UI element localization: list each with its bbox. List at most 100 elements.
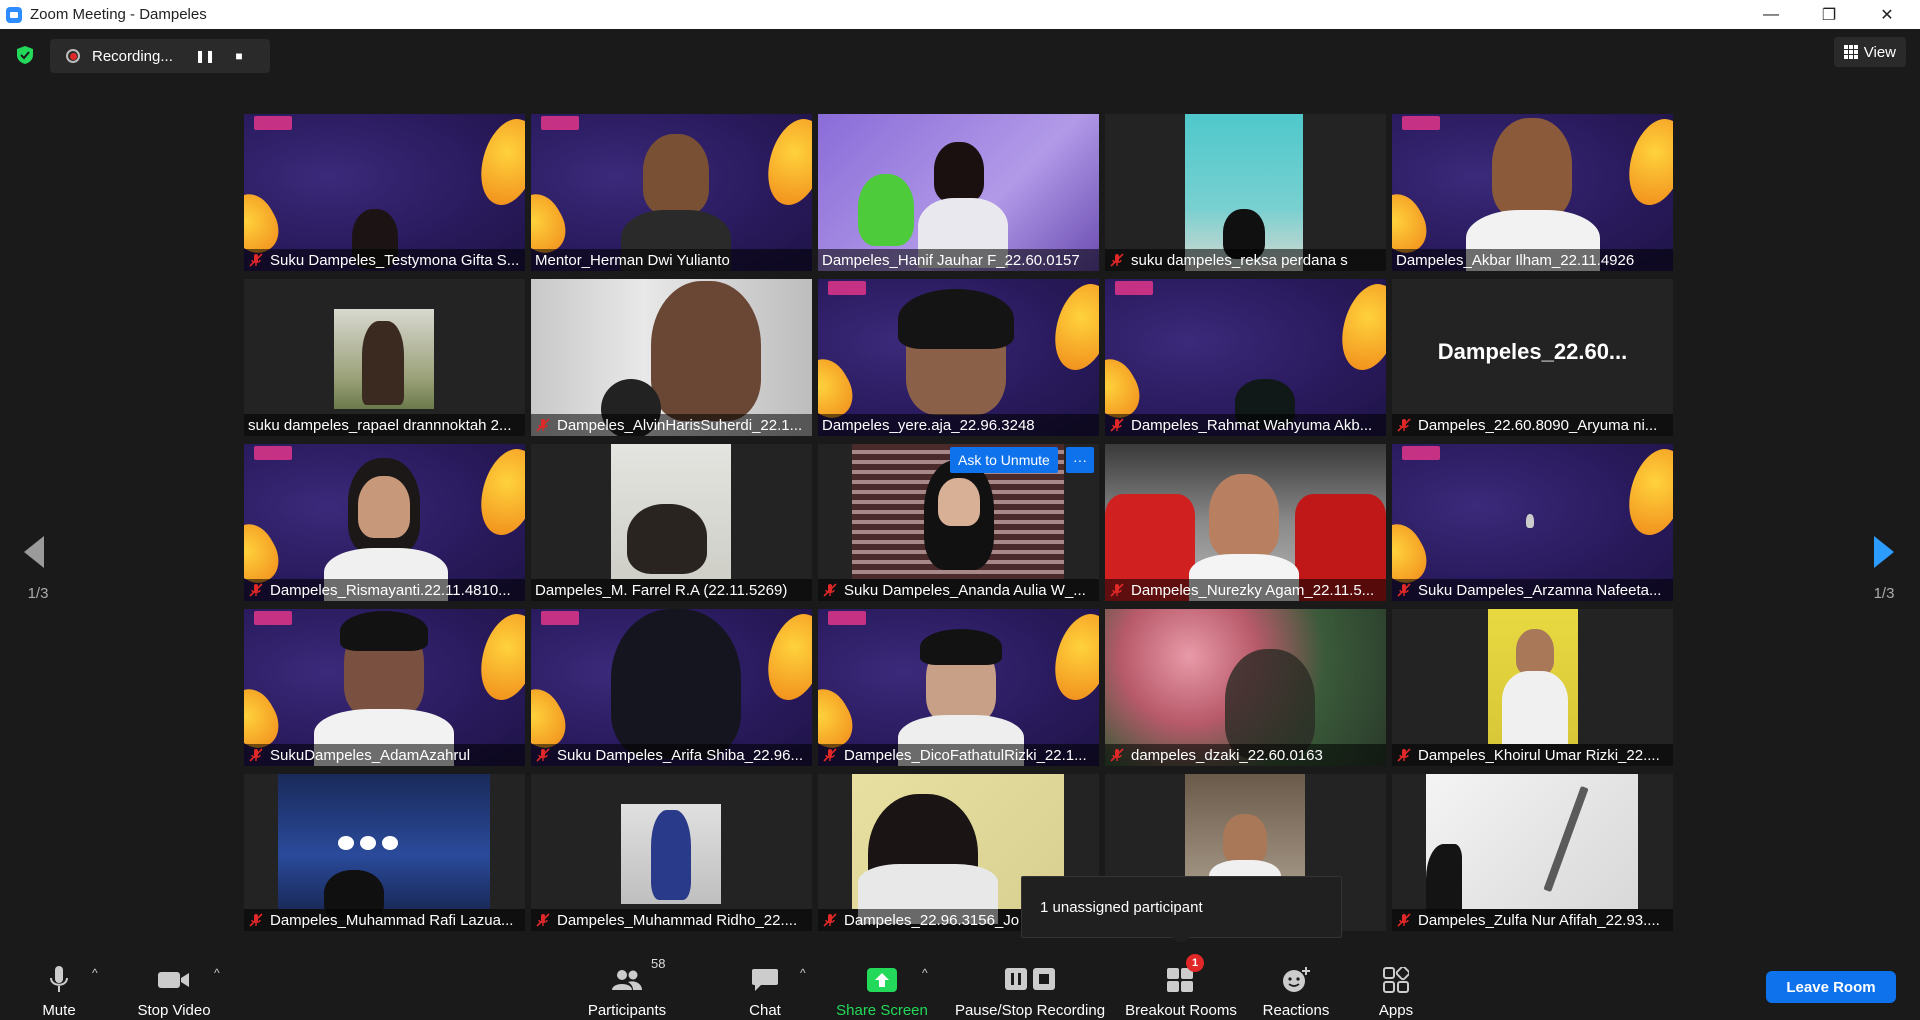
- video-tile[interactable]: Suku Dampeles_Testymona Gifta S...: [244, 114, 525, 271]
- participant-video: [358, 476, 410, 538]
- ceiling-light: [360, 836, 376, 850]
- share-options-caret-icon[interactable]: ^: [922, 966, 928, 980]
- participant-name-label: Dampeles_Rahmat Wahyuma Akb...: [1105, 414, 1386, 436]
- participant-name-label: Dampeles_Muhammad Ridho_22....: [531, 909, 812, 931]
- participant-name-label: dampeles_dzaki_22.60.0163: [1105, 744, 1386, 766]
- more-dots-icon: ···: [1073, 452, 1087, 468]
- muted-mic-icon: [1110, 583, 1124, 597]
- prev-page-arrow-icon[interactable]: [22, 534, 46, 570]
- share-screen-label: Share Screen: [836, 1002, 928, 1019]
- participant-name-label: Dampeles_Zulfa Nur Afifah_22.93....: [1392, 909, 1673, 931]
- chat-label: Chat: [749, 1002, 781, 1019]
- video-tile[interactable]: SukuDampeles_AdamAzahrul: [244, 609, 525, 766]
- participant-video: [1492, 118, 1572, 218]
- pause-icon: ❚❚: [194, 49, 216, 63]
- participant-name-label: Dampeles_M. Farrel R.A (22.11.5269): [531, 579, 812, 601]
- minimize-button[interactable]: —: [1742, 0, 1800, 29]
- window-titlebar: Zoom Meeting - Dampeles — ❐ ✕: [0, 0, 1920, 29]
- participant-name-label: Dampeles_Khoirul Umar Rizki_22....: [1392, 744, 1673, 766]
- video-tile[interactable]: Dampeles_Zulfa Nur Afifah_22.93....: [1392, 774, 1673, 931]
- muted-mic-icon: [536, 418, 550, 432]
- chat-button[interactable]: Chat: [740, 942, 790, 1020]
- audio-options-caret-icon[interactable]: ^: [92, 966, 98, 980]
- plush-toy: [858, 174, 914, 246]
- video-tile[interactable]: Dampeles_Hanif Jauhar F_22.60.0157: [818, 114, 1099, 271]
- participant-name-label: Suku Dampeles_Arifa Shiba_22.96...: [531, 744, 812, 766]
- video-tile[interactable]: Dampeles_Rismayanti.22.11.4810...: [244, 444, 525, 601]
- breakout-rooms-badge: 1: [1186, 954, 1204, 972]
- zoom-app-icon: [6, 6, 22, 23]
- reactions-smiley-icon: [1283, 967, 1310, 992]
- video-tile[interactable]: Dampeles_Nurezky Agam_22.11.5...: [1105, 444, 1386, 601]
- participant-name-label: Dampeles_Akbar Ilham_22.11.4926: [1392, 249, 1673, 271]
- video-tile[interactable]: Dampeles_yere.aja_22.96.3248: [818, 279, 1099, 436]
- participant-hair: [340, 611, 428, 651]
- participant-hair: [898, 289, 1014, 349]
- video-tile[interactable]: Dampeles_Rahmat Wahyuma Akb...: [1105, 279, 1386, 436]
- reactions-button[interactable]: Reactions: [1256, 942, 1336, 1020]
- close-icon: ✕: [1880, 6, 1894, 24]
- participant-name-label: Suku Dampeles_Ananda Aulia W_...: [818, 579, 1099, 601]
- participant-display-name: Dampeles_22.60...: [1437, 339, 1628, 364]
- view-label: View: [1863, 43, 1896, 61]
- participants-button[interactable]: 58 Participants: [582, 942, 672, 1020]
- muted-mic-icon: [536, 913, 550, 927]
- muted-mic-icon: [1110, 418, 1124, 432]
- security-shield-icon[interactable]: [16, 45, 34, 65]
- profile-figure: [651, 810, 691, 900]
- video-tile-no-video[interactable]: Dampeles_22.60... Dampeles_22.60.8090_Ar…: [1392, 279, 1673, 436]
- chat-options-caret-icon[interactable]: ^: [800, 966, 806, 980]
- participants-icon: [612, 970, 642, 990]
- video-tile[interactable]: Suku Dampeles_Arzamna Nafeeta...: [1392, 444, 1673, 601]
- video-tile[interactable]: Dampeles_Muhammad Ridho_22....: [531, 774, 812, 931]
- video-tile[interactable]: Dampeles_Muhammad Rafi Lazua...: [244, 774, 525, 931]
- video-tile[interactable]: Dampeles_AlvinHarisSuherdi_22.1...: [531, 279, 812, 436]
- muted-mic-icon: [1397, 418, 1411, 432]
- ceiling-light: [338, 836, 354, 850]
- video-tile[interactable]: Dampeles_M. Farrel R.A (22.11.5269): [531, 444, 812, 601]
- stop-icon: ■: [235, 49, 243, 63]
- apps-button[interactable]: Apps: [1368, 942, 1424, 1020]
- video-tile[interactable]: dampeles_dzaki_22.60.0163: [1105, 609, 1386, 766]
- muted-mic-icon: [823, 748, 837, 762]
- pause-stop-recording-button[interactable]: Pause/Stop Recording: [952, 942, 1108, 1020]
- next-page-arrow-icon[interactable]: [1872, 534, 1896, 570]
- view-button[interactable]: View: [1833, 37, 1906, 67]
- participant-video: [1516, 629, 1554, 675]
- video-tile-active-speaker[interactable]: Mentor_Herman Dwi Yulianto: [531, 114, 812, 271]
- participant-name-label: SukuDampeles_AdamAzahrul: [244, 744, 525, 766]
- pause-recording-button[interactable]: ❚❚: [192, 43, 218, 69]
- apps-icon: [1383, 967, 1409, 993]
- participant-name-label: suku dampeles_reksa perdana s: [1105, 249, 1386, 271]
- video-tile[interactable]: Ask to Unmute ··· Suku Dampeles_Ananda A…: [818, 444, 1099, 601]
- breakout-rooms-button[interactable]: 1 Breakout Rooms: [1124, 942, 1238, 1020]
- video-tile[interactable]: suku dampeles_rapael drannnoktah 2...: [244, 279, 525, 436]
- window-title: Zoom Meeting - Dampeles: [30, 6, 207, 23]
- participants-count: 58: [651, 956, 666, 971]
- video-tile[interactable]: Suku Dampeles_Arifa Shiba_22.96...: [531, 609, 812, 766]
- video-tile[interactable]: Dampeles_DicoFathatulRizki_22.1...: [818, 609, 1099, 766]
- muted-mic-icon: [823, 583, 837, 597]
- stop-video-button[interactable]: Stop Video: [130, 942, 218, 1020]
- restore-button[interactable]: ❐: [1800, 0, 1858, 29]
- more-options-button[interactable]: ···: [1066, 447, 1094, 473]
- close-button[interactable]: ✕: [1858, 0, 1916, 29]
- participant-name-label: Dampeles_Muhammad Rafi Lazua...: [244, 909, 525, 931]
- ask-to-unmute-button[interactable]: Ask to Unmute: [950, 447, 1058, 473]
- share-screen-button[interactable]: Share Screen: [836, 942, 928, 1020]
- participant-body: [1502, 671, 1568, 744]
- participant-video: [1426, 844, 1462, 914]
- stop-recording-button[interactable]: ■: [226, 43, 252, 69]
- participant-video: [1209, 474, 1279, 558]
- participant-video: [643, 134, 709, 214]
- participant-video: [1526, 514, 1534, 528]
- video-tile[interactable]: suku dampeles_reksa perdana s: [1105, 114, 1386, 271]
- video-tile[interactable]: Dampeles_Akbar Ilham_22.11.4926: [1392, 114, 1673, 271]
- mute-button[interactable]: Mute: [30, 942, 88, 1020]
- video-tile[interactable]: Dampeles_Khoirul Umar Rizki_22....: [1392, 609, 1673, 766]
- microphone-icon: [50, 966, 68, 992]
- muted-mic-icon: [1397, 748, 1411, 762]
- leave-room-button[interactable]: Leave Room: [1766, 971, 1896, 1003]
- tooltip-text: 1 unassigned participant: [1040, 898, 1203, 916]
- video-options-caret-icon[interactable]: ^: [214, 966, 220, 980]
